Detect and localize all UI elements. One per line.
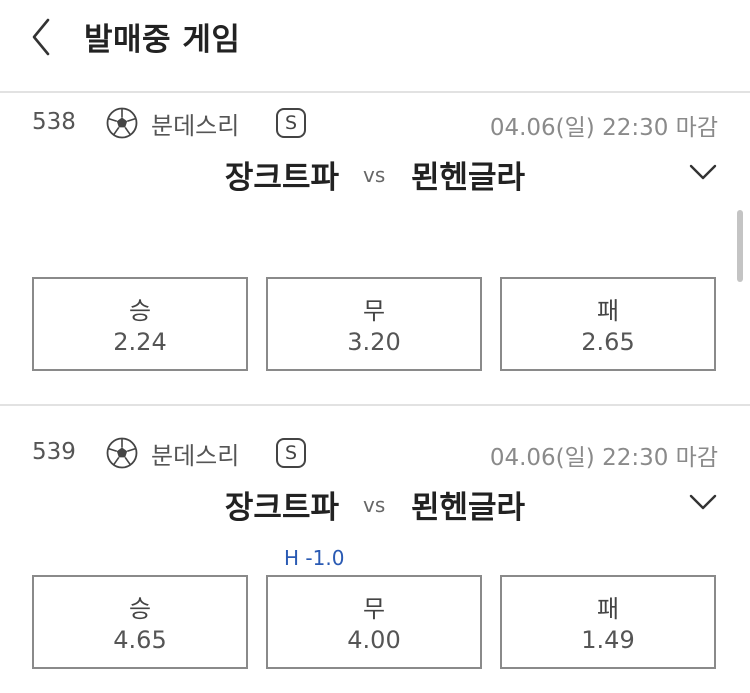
deadline-text: 04.06(일) 22:30 마감 — [489, 115, 718, 141]
page-title: 발매중 게임 — [84, 22, 241, 58]
app-header: 발매중 게임 — [0, 0, 750, 91]
game-meta-row: 538 분데스리 S 04.06(일) 22:30 마감 — [0, 104, 750, 144]
soccer-ball-icon — [106, 107, 138, 139]
odds-value: 4.65 — [113, 626, 167, 654]
odds-value: 2.24 — [113, 328, 167, 356]
match-row: 장크트파 vs 묀헨글라 — [0, 152, 750, 200]
back-button[interactable] — [22, 15, 62, 59]
header-divider — [0, 91, 750, 93]
chevron-down-icon — [689, 494, 717, 510]
away-team: 묀헨글라 — [411, 490, 526, 526]
handicap-label: H -1.0 — [284, 546, 345, 570]
scrollbar-thumb[interactable] — [737, 210, 743, 282]
single-game-badge: S — [276, 108, 306, 138]
section-divider — [0, 404, 750, 406]
deadline-text: 04.06(일) 22:30 마감 — [489, 445, 718, 471]
chevron-left-icon — [32, 18, 50, 56]
odds-loss-button[interactable]: 패 1.49 — [500, 575, 716, 669]
game-number: 538 — [32, 109, 76, 135]
odds-loss-button[interactable]: 패 2.65 — [500, 277, 716, 371]
odds-label: 패 — [596, 595, 620, 623]
expand-button[interactable] — [687, 160, 719, 184]
expand-button[interactable] — [687, 490, 719, 514]
odds-label: 패 — [596, 297, 620, 325]
game-number: 539 — [32, 439, 76, 465]
odds-win-button[interactable]: 승 4.65 — [32, 575, 248, 669]
vs-label: vs — [363, 163, 386, 187]
away-team: 묀헨글라 — [411, 160, 526, 196]
odds-value: 3.20 — [347, 328, 401, 356]
odds-value: 1.49 — [581, 626, 635, 654]
soccer-ball-icon — [106, 437, 138, 469]
home-team: 장크트파 — [224, 160, 339, 196]
odds-draw-button[interactable]: 무 3.20 — [266, 277, 482, 371]
odds-draw-button[interactable]: 무 4.00 — [266, 575, 482, 669]
chevron-down-icon — [689, 164, 717, 180]
game-card: 538 분데스리 S 04.06(일) 22:30 마감 장크트파 vs 묀헨글… — [0, 104, 750, 374]
odds-value: 4.00 — [347, 626, 401, 654]
game-card: 539 분데스리 S 04.06(일) 22:30 마감 장크트파 vs 묀헨글… — [0, 434, 750, 693]
single-game-badge: S — [276, 438, 306, 468]
odds-label: 무 — [362, 595, 386, 623]
odds-label: 승 — [128, 595, 152, 623]
league-name: 분데스리 — [151, 112, 240, 140]
home-team: 장크트파 — [224, 490, 339, 526]
odds-win-button[interactable]: 승 2.24 — [32, 277, 248, 371]
vs-label: vs — [363, 493, 386, 517]
league-name: 분데스리 — [151, 442, 240, 470]
match-row: 장크트파 vs 묀헨글라 — [0, 482, 750, 530]
odds-value: 2.65 — [581, 328, 635, 356]
odds-label: 승 — [128, 297, 152, 325]
odds-label: 무 — [362, 297, 386, 325]
game-meta-row: 539 분데스리 S 04.06(일) 22:30 마감 — [0, 434, 750, 474]
